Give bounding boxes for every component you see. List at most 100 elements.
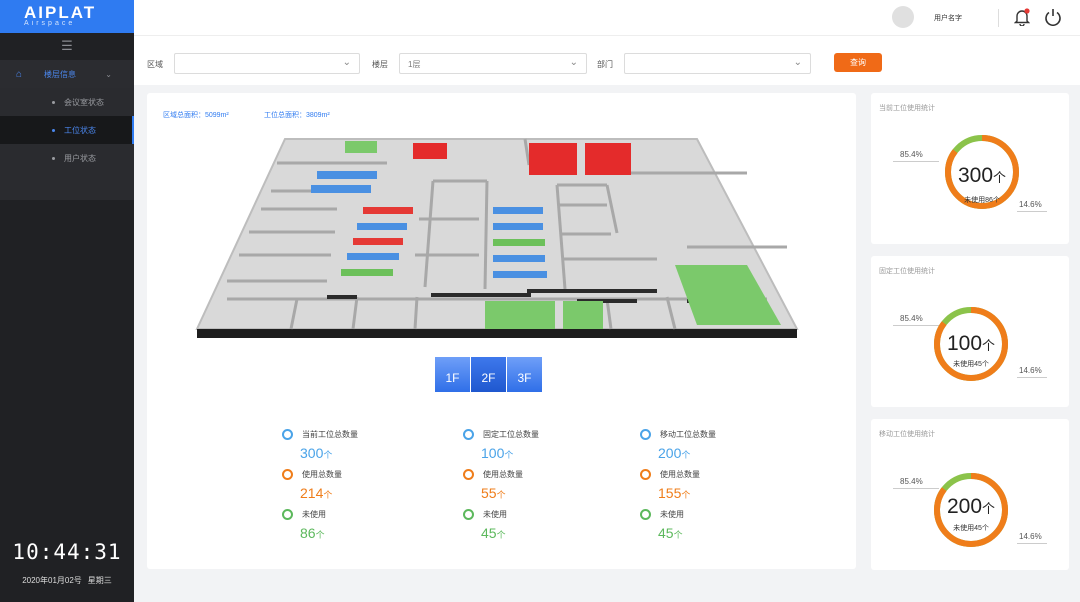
stat-fixed-used: 使用总数量 55个 xyxy=(463,469,523,501)
used-percent: 85.4% xyxy=(900,477,923,486)
stat-current-total: 当前工位总数量 300个 xyxy=(282,429,358,461)
stat-value: 45 xyxy=(658,525,674,541)
department-label: 部门 xyxy=(597,60,613,69)
area-total: 区域总面积：5099m² xyxy=(163,112,229,119)
query-button[interactable]: 查询 xyxy=(834,53,882,72)
stat-label: 固定工位总数量 xyxy=(483,430,539,439)
sidebar-item-meeting-room[interactable]: 会议室状态 xyxy=(0,88,134,116)
stat-value: 45 xyxy=(481,525,497,541)
chevron-down-icon: ⌄ xyxy=(793,57,802,68)
menu-spacer xyxy=(0,172,134,200)
sidebar-item-label: 工位状态 xyxy=(64,125,96,135)
stat-value: 300 xyxy=(300,445,324,461)
stat-label: 使用总数量 xyxy=(483,470,523,479)
total-count: 200个 xyxy=(916,495,1026,519)
stat-fixed-unused: 未使用 45个 xyxy=(463,509,507,541)
stat-unit: 个 xyxy=(496,490,506,500)
stat-label: 移动工位总数量 xyxy=(660,430,716,439)
department-select[interactable]: ⌄ xyxy=(624,53,811,74)
stat-mobile-unused: 未使用 45个 xyxy=(640,509,684,541)
unused-percent: 14.6% xyxy=(1019,366,1042,375)
stat-label: 未使用 xyxy=(483,510,507,519)
stat-unit: 个 xyxy=(323,450,333,460)
floor-tabs: 1F 2F 3F xyxy=(434,357,542,392)
sidebar-item-user[interactable]: 用户状态 xyxy=(0,144,134,172)
bell-icon[interactable] xyxy=(1014,8,1030,26)
used-icon xyxy=(282,469,293,480)
power-icon[interactable] xyxy=(1044,8,1062,26)
floor-label: 楼层 xyxy=(372,60,388,69)
tab-floor-1f[interactable]: 1F xyxy=(434,357,470,392)
tab-floor-3f[interactable]: 3F xyxy=(506,357,542,392)
total-value: 100 xyxy=(946,332,983,355)
total-value: 200 xyxy=(946,495,983,518)
current-usage-card: 当前工位使用统计 85.4% 300个 未使用86个 14.6% xyxy=(871,93,1069,244)
stat-unit: 个 xyxy=(496,530,506,540)
total-unit: 个 xyxy=(993,170,1007,185)
total-count: 300个 xyxy=(927,164,1037,188)
stat-value: 86 xyxy=(300,525,316,541)
stat-mobile-total: 移动工位总数量 200个 xyxy=(640,429,716,461)
chevron-down-icon: ⌄ xyxy=(105,69,112,79)
floor-select[interactable]: 1层 ⌄ xyxy=(399,53,587,74)
area-select[interactable]: ⌄ xyxy=(174,53,360,74)
clock: 10:44:31 xyxy=(12,540,122,564)
stat-label: 使用总数量 xyxy=(302,470,342,479)
unused-text: 未使用45个 xyxy=(953,361,989,368)
filter-bar: 区域 ⌄ 楼层 1层 ⌄ 部门 ⌄ 查询 xyxy=(134,35,1080,85)
sidebar-item-label: 会议室状态 xyxy=(64,97,104,107)
logo-subtitle: Airspace xyxy=(24,20,76,27)
menu-group-header[interactable]: ⌂ 楼层信息 ⌄ xyxy=(0,60,134,88)
bullet-icon xyxy=(52,128,55,132)
weekday-text: 星期三 xyxy=(87,576,112,585)
used-icon xyxy=(463,469,474,480)
stat-unit: 个 xyxy=(504,450,514,460)
stat-value: 200 xyxy=(658,445,682,461)
leader-line xyxy=(1017,211,1047,212)
stat-value: 155 xyxy=(658,485,682,501)
bullet-icon xyxy=(52,156,55,160)
stat-label: 使用总数量 xyxy=(660,470,700,479)
stat-label: 未使用 xyxy=(302,510,326,519)
unused-text: 未使用45个 xyxy=(953,525,989,532)
unused-percent: 14.6% xyxy=(1019,532,1042,541)
sidebar-item-label: 用户状态 xyxy=(64,153,96,163)
unused-percent: 14.6% xyxy=(1019,200,1042,209)
total-value: 300 xyxy=(957,164,994,187)
logo: AIPLAT Airspace xyxy=(0,0,134,33)
date-display: 2020年01月02号 星期三 xyxy=(0,575,134,586)
floor-icon: ⌂ xyxy=(16,68,23,80)
card-title: 当前工位使用统计 xyxy=(879,105,935,112)
floor-select-value: 1层 xyxy=(408,60,421,69)
menu-collapse-icon[interactable]: ☰ xyxy=(0,38,134,60)
stat-unit: 个 xyxy=(681,450,691,460)
card-title: 移动工位使用统计 xyxy=(879,431,935,438)
unused-icon xyxy=(282,509,293,520)
tab-floor-2f[interactable]: 2F xyxy=(470,357,506,392)
leader-line xyxy=(1017,377,1047,378)
stat-value: 100 xyxy=(481,445,505,461)
unused-icon xyxy=(640,509,651,520)
menu-group: ⌂ 楼层信息 ⌄ 会议室状态 工位状态 用户状态 xyxy=(0,60,134,200)
workstation-icon xyxy=(640,429,651,440)
divider xyxy=(998,9,999,27)
used-percent: 85.4% xyxy=(900,150,923,159)
username[interactable]: 用户名字 xyxy=(934,13,962,23)
stat-current-used: 使用总数量 214个 xyxy=(282,469,342,501)
menu-group-label: 楼层信息 xyxy=(44,69,76,79)
stat-unit: 个 xyxy=(315,530,325,540)
stat-unit: 个 xyxy=(681,490,691,500)
used-icon xyxy=(640,469,651,480)
chevron-down-icon: ⌄ xyxy=(569,57,578,68)
stat-unit: 个 xyxy=(323,490,333,500)
avatar[interactable] xyxy=(892,6,914,28)
workstation-icon xyxy=(282,429,293,440)
chevron-down-icon: ⌄ xyxy=(342,57,351,68)
station-area: 工位总面积：3809m² xyxy=(264,112,330,119)
sidebar: AIPLAT Airspace ☰ ⌂ 楼层信息 ⌄ 会议室状态 工位状态 用户状… xyxy=(0,0,134,602)
stat-value: 214 xyxy=(300,485,324,501)
floor-plan-map[interactable] xyxy=(187,129,807,345)
sidebar-item-workstation[interactable]: 工位状态 xyxy=(0,116,134,144)
stat-fixed-total: 固定工位总数量 100个 xyxy=(463,429,539,461)
card-title: 固定工位使用统计 xyxy=(879,268,935,275)
